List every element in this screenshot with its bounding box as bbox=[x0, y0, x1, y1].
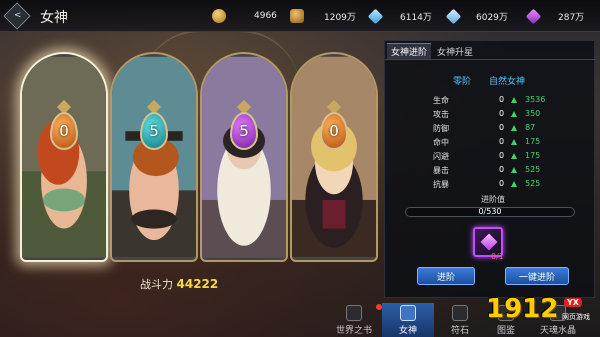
stat-label: 防御 bbox=[433, 124, 449, 133]
goddess-portrait-3 bbox=[202, 56, 286, 258]
goddess-card-2[interactable]: 5 bbox=[110, 52, 198, 262]
stat-value: 0 bbox=[499, 109, 505, 118]
stat-increase: 175 bbox=[525, 137, 541, 146]
purple-gem-icon bbox=[480, 233, 498, 251]
stat-label: 抗暴 bbox=[433, 180, 449, 189]
panel-tabs: 女神进阶 女神升星 bbox=[385, 41, 596, 59]
crystal-icon bbox=[367, 8, 384, 24]
stat-increase: 3536 bbox=[525, 95, 546, 104]
advancement-panel: 女神进阶 女神升星 零阶 自然女神 生命 0 3536 攻击 0 350 防御 … bbox=[384, 40, 596, 298]
book-icon bbox=[346, 305, 362, 321]
stat-row: 防御 0 87 bbox=[385, 123, 596, 137]
progress-text: 0/530 bbox=[478, 207, 502, 216]
level-orb: 5 bbox=[140, 112, 168, 150]
nav-label: 符石 bbox=[450, 326, 469, 336]
stat-increase: 525 bbox=[525, 179, 541, 188]
progress-label: 进阶值 bbox=[481, 195, 505, 204]
stat-value: 0 bbox=[499, 151, 505, 160]
goddess-card-1[interactable]: 0 bbox=[20, 52, 108, 262]
gold-ingot-icon bbox=[290, 9, 304, 23]
stat-increase: 525 bbox=[525, 165, 541, 174]
resource-value: 4966 bbox=[254, 11, 277, 21]
resource-coin[interactable]: 4966 bbox=[212, 8, 277, 24]
up-arrow-icon bbox=[511, 125, 517, 131]
up-arrow-icon bbox=[511, 139, 517, 145]
stat-label: 命中 bbox=[433, 138, 449, 147]
nav-label: 世界之书 bbox=[335, 326, 372, 336]
top-bar: < 女神 4966 1209万 6114万 6029万 287万 bbox=[0, 0, 600, 32]
diamond-icon bbox=[445, 8, 462, 24]
one-click-advance-button[interactable]: 一键进阶 bbox=[505, 267, 569, 285]
level-orb: 5 bbox=[230, 112, 258, 150]
progress-bar: 0/530 bbox=[405, 207, 575, 217]
stat-row: 闪避 0 175 bbox=[385, 151, 596, 165]
page-title: 女神 bbox=[40, 10, 68, 26]
stat-value: 0 bbox=[499, 137, 505, 146]
nav-goddess[interactable]: 女神 bbox=[382, 303, 434, 337]
watermark-number: 1912 bbox=[486, 294, 559, 324]
nav-rune[interactable]: 符石 bbox=[434, 303, 486, 337]
nav-label: 女神 bbox=[398, 326, 417, 336]
stat-value: 0 bbox=[499, 165, 505, 174]
stat-label: 生命 bbox=[433, 96, 449, 105]
watermark-sub: 网页游戏 bbox=[562, 313, 590, 321]
tab-goddess-advance[interactable]: 女神进阶 bbox=[387, 43, 431, 59]
resource-gold[interactable]: 1209万 bbox=[290, 8, 356, 24]
resource-value: 287万 bbox=[558, 12, 585, 23]
resource-value: 6114万 bbox=[400, 12, 432, 23]
item-count: 0/1 bbox=[491, 252, 504, 261]
advance-stage: 零阶 bbox=[453, 77, 472, 87]
up-arrow-icon bbox=[511, 111, 517, 117]
stat-value: 0 bbox=[499, 95, 505, 104]
stat-value: 0 bbox=[499, 179, 505, 188]
resource-purple-gem[interactable]: 287万 bbox=[525, 8, 584, 24]
watermark-tag: YX bbox=[564, 298, 582, 307]
goddess-icon bbox=[400, 305, 416, 321]
goddess-portrait-1 bbox=[22, 56, 106, 258]
stat-row: 攻击 0 350 bbox=[385, 109, 596, 123]
advance-button[interactable]: 进阶 bbox=[417, 267, 475, 285]
stat-value: 0 bbox=[499, 123, 505, 132]
goddess-card-4[interactable]: 0 bbox=[290, 52, 378, 262]
goddess-portrait-2 bbox=[112, 56, 196, 258]
stat-increase: 175 bbox=[525, 151, 541, 160]
tab-divider bbox=[385, 59, 596, 60]
purple-gem-icon bbox=[525, 8, 542, 24]
back-button[interactable]: < bbox=[3, 2, 31, 30]
back-arrow-icon: < bbox=[13, 9, 22, 21]
up-arrow-icon bbox=[511, 167, 517, 173]
goddess-card-3[interactable]: 5 bbox=[200, 52, 288, 262]
level-orb: 0 bbox=[50, 112, 78, 150]
resource-value: 6029万 bbox=[476, 12, 508, 23]
stat-label: 闪避 bbox=[433, 152, 449, 161]
combat-power-value: 44222 bbox=[176, 277, 219, 291]
up-arrow-icon bbox=[511, 153, 517, 159]
site-watermark: 1912 YX 网页游戏 bbox=[486, 294, 598, 334]
stat-label: 暴击 bbox=[433, 166, 449, 175]
resource-value: 1209万 bbox=[324, 12, 356, 23]
goddess-name: 自然女神 bbox=[489, 77, 526, 87]
combat-power-label: 战斗力 bbox=[140, 278, 173, 291]
stat-label: 攻击 bbox=[433, 110, 449, 119]
up-arrow-icon bbox=[511, 181, 517, 187]
coin-icon bbox=[212, 9, 226, 23]
stat-increase: 87 bbox=[525, 123, 536, 132]
nav-world-book[interactable]: 世界之书 bbox=[328, 303, 382, 337]
goddess-portrait-4 bbox=[292, 56, 376, 258]
stat-row: 暴击 0 525 bbox=[385, 165, 596, 179]
level-orb: 0 bbox=[320, 112, 348, 150]
stat-increase: 350 bbox=[525, 109, 541, 118]
tab-goddess-star[interactable]: 女神升星 bbox=[433, 43, 477, 59]
resource-diamond[interactable]: 6029万 bbox=[445, 8, 508, 24]
stat-row: 抗暴 0 525 bbox=[385, 179, 596, 193]
resource-crystal[interactable]: 6114万 bbox=[367, 8, 432, 24]
stat-row: 命中 0 175 bbox=[385, 137, 596, 151]
up-arrow-icon bbox=[511, 97, 517, 103]
rune-icon bbox=[452, 305, 468, 321]
stat-row: 生命 0 3536 bbox=[385, 95, 596, 109]
combat-power: 战斗力 44222 bbox=[140, 276, 218, 292]
